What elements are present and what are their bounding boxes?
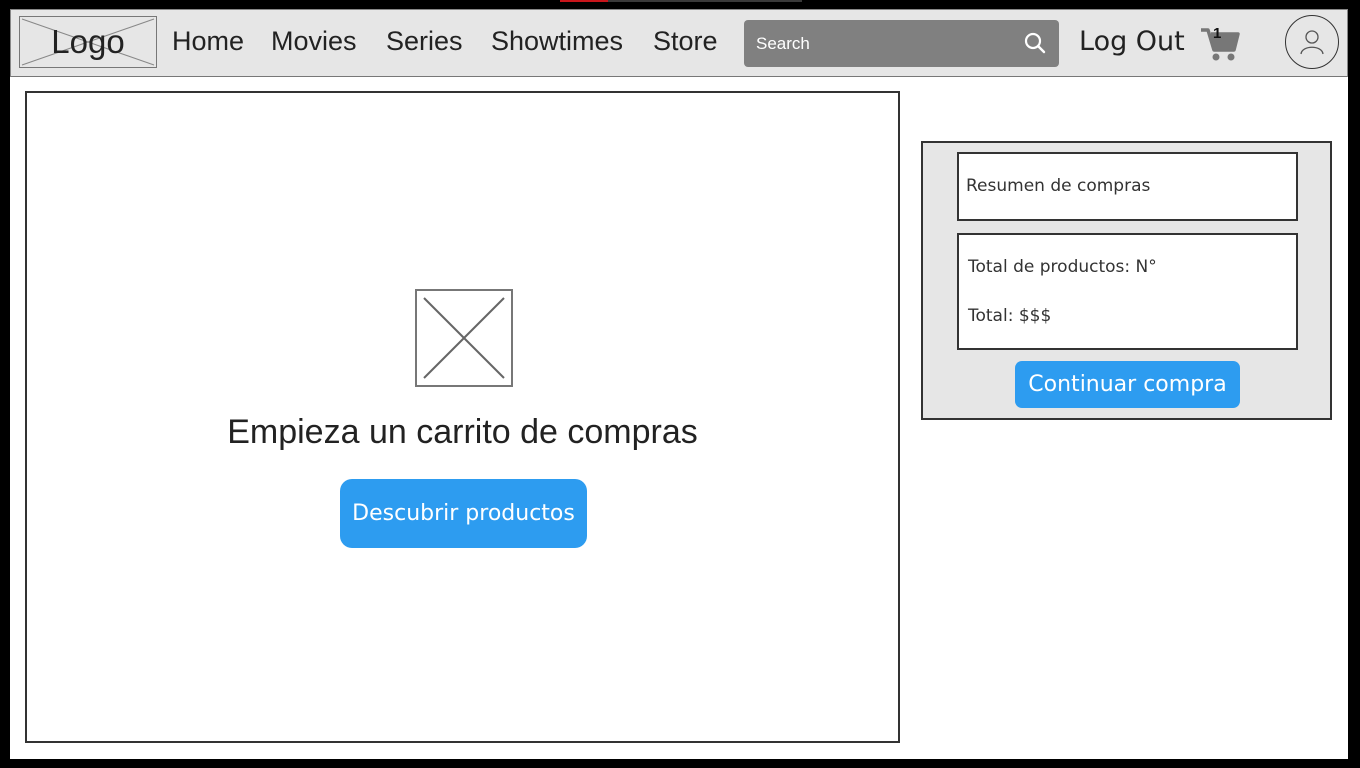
discover-products-button[interactable]: Descubrir productos <box>340 479 587 548</box>
avatar[interactable] <box>1285 15 1339 69</box>
search-input[interactable] <box>754 28 1008 60</box>
total-products-text: Total de productos: N° <box>968 257 1157 277</box>
summary-title: Resumen de compras <box>966 176 1151 196</box>
continue-purchase-button[interactable]: Continuar compra <box>1015 361 1240 408</box>
nav-store[interactable]: Store <box>653 26 718 57</box>
app-frame: Logo Home Movies Series Showtimes Store … <box>10 9 1348 759</box>
total-amount-text: Total: $$$ <box>968 306 1052 326</box>
summary-totals-box: Total de productos: N° Total: $$$ <box>957 233 1298 350</box>
search-bar <box>744 20 1059 67</box>
nav-showtimes[interactable]: Showtimes <box>491 26 623 57</box>
logo-text: Logo <box>51 23 125 60</box>
logo[interactable]: Logo <box>19 16 157 68</box>
nav-movies[interactable]: Movies <box>271 26 357 57</box>
summary-title-box: Resumen de compras <box>957 152 1298 221</box>
cart-button[interactable]: 1 <box>1200 25 1240 62</box>
cart-empty-panel: Empieza un carrito de compras Descubrir … <box>25 91 900 743</box>
top-accent-bar-dark <box>608 0 802 2</box>
logout-link[interactable]: Log Out <box>1079 26 1185 57</box>
cart-count-badge: 1 <box>1213 25 1222 42</box>
purchase-summary-panel: Resumen de compras Total de productos: N… <box>921 141 1332 420</box>
nav-home[interactable]: Home <box>172 26 244 57</box>
nav-series[interactable]: Series <box>386 26 463 57</box>
image-placeholder-icon <box>415 289 513 387</box>
search-icon[interactable] <box>1024 32 1046 54</box>
navbar: Logo Home Movies Series Showtimes Store … <box>10 9 1348 77</box>
empty-cart-title: Empieza un carrito de compras <box>227 413 698 451</box>
user-icon <box>1300 30 1324 55</box>
top-accent-bar <box>560 0 608 2</box>
